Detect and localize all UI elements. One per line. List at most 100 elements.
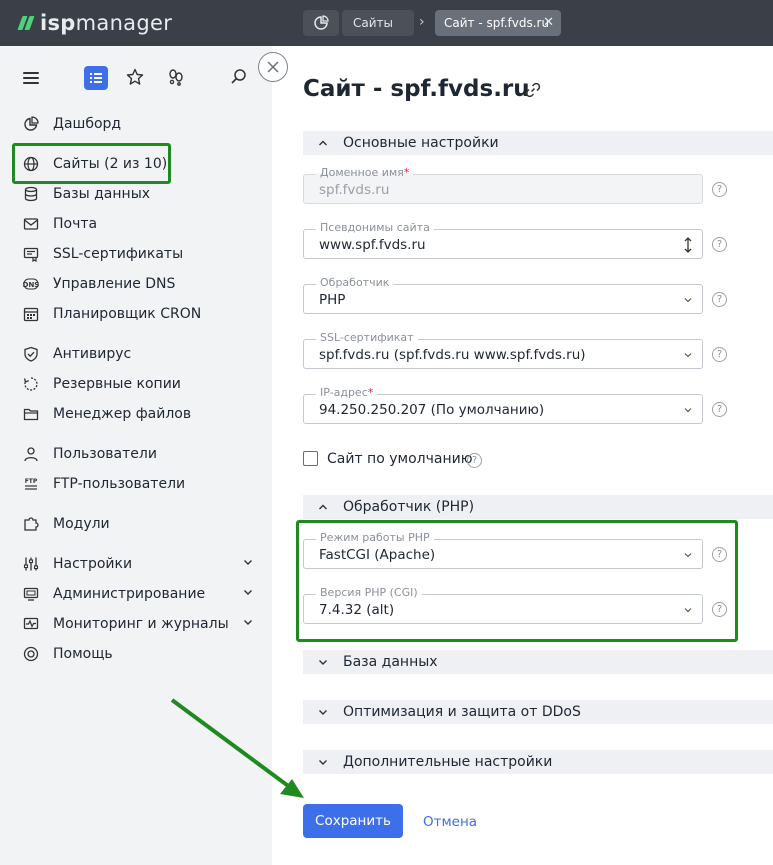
- resize-vertical-icon[interactable]: [682, 236, 694, 254]
- default-site-checkbox[interactable]: [303, 451, 318, 466]
- section-php-handler[interactable]: Обработчик (PHP): [303, 495, 773, 519]
- puzzle-icon: [22, 515, 40, 533]
- menu-list-button[interactable]: [84, 66, 108, 90]
- sidebar-item-backups[interactable]: Резервные копии: [22, 373, 181, 395]
- section-title: Основные настройки: [343, 135, 499, 151]
- sidebar-item-modules[interactable]: Модули: [22, 513, 110, 535]
- handler-select[interactable]: Обработчик PHP: [303, 276, 703, 314]
- section-title: Дополнительные настройки: [343, 754, 553, 770]
- sidebar-item-dns[interactable]: DNS Управление DNS: [22, 273, 175, 295]
- help-icon[interactable]: ?: [712, 292, 727, 307]
- field-value: www.spf.fvds.ru: [319, 237, 426, 253]
- sidebar-item-mail[interactable]: Почта: [22, 213, 97, 235]
- sidebar-item-ssl[interactable]: SSL-сертификаты: [22, 243, 183, 265]
- svg-text:FTP: FTP: [25, 478, 38, 485]
- ssl-certificate-select[interactable]: SSL-сертификат spf.fvds.ru (spf.fvds.ru …: [303, 331, 703, 369]
- help-icon[interactable]: ?: [712, 182, 727, 197]
- lifebuoy-icon: [22, 645, 40, 663]
- folder-icon: [22, 405, 40, 423]
- cancel-button[interactable]: Отмена: [423, 814, 477, 830]
- sidebar-item-ftp-users[interactable]: FTP FTP-пользователи: [22, 473, 185, 495]
- sidebar-item-label: Помощь: [53, 646, 113, 662]
- chevron-up-icon: [303, 501, 343, 513]
- dashboard-tab-button[interactable]: [303, 10, 339, 36]
- sidebar-item-label: SSL-сертификаты: [53, 246, 184, 262]
- help-icon[interactable]: ?: [712, 237, 727, 252]
- field-value: PHP: [319, 292, 346, 308]
- chevron-up-icon: [303, 137, 343, 149]
- section-ddos[interactable]: Оптимизация и защита от DDoS: [303, 700, 773, 724]
- close-tab-icon[interactable]: ✕: [543, 10, 554, 36]
- field-label: Доменное имя*: [316, 166, 414, 180]
- section-basic-settings[interactable]: Основные настройки: [303, 131, 773, 155]
- sidebar-item-label: Настройки: [53, 556, 133, 572]
- chevron-down-icon: [303, 706, 343, 718]
- sidebar-item-label: Резервные копии: [53, 376, 181, 392]
- chevron-right-icon: ›: [419, 14, 425, 30]
- chevron-down-icon[interactable]: [242, 556, 254, 568]
- sidebar-item-dashboard[interactable]: Дашборд: [22, 113, 121, 135]
- dns-icon: DNS: [22, 275, 40, 293]
- sidebar-item-settings[interactable]: Настройки: [22, 553, 252, 575]
- close-sidebar-button[interactable]: [258, 52, 288, 82]
- sidebar-item-databases[interactable]: Базы данных: [22, 183, 150, 205]
- help-icon[interactable]: ?: [712, 402, 727, 417]
- field-label: Обработчик: [316, 276, 394, 290]
- field-label: SSL-сертификат: [316, 331, 418, 345]
- logo[interactable]: ispmanager: [17, 10, 173, 36]
- sidebar-item-label: Почта: [53, 216, 98, 232]
- sidebar-item-file-manager[interactable]: Менеджер файлов: [22, 403, 191, 425]
- sidebar-item-label: Мониторинг и журналы: [53, 616, 229, 632]
- chevron-down-icon[interactable]: [242, 616, 254, 628]
- sidebar-item-antivirus[interactable]: Антивирус: [22, 343, 131, 365]
- ftp-icon: FTP: [22, 475, 40, 493]
- footprints-icon[interactable]: [167, 68, 185, 86]
- field-value: spf.fvds.ru (spf.fvds.ru www.spf.fvds.ru…: [319, 347, 586, 363]
- sidebar-item-users[interactable]: Пользователи: [22, 443, 157, 465]
- chevron-down-icon: [303, 756, 343, 768]
- logo-text: ispmanager: [40, 11, 173, 35]
- domain-name-field: Доменное имя* spf.fvds.ru: [303, 166, 703, 204]
- sidebar-item-label: FTP-пользователи: [53, 476, 186, 492]
- section-database[interactable]: База данных: [303, 650, 773, 674]
- mail-icon: [22, 215, 40, 233]
- section-title: Оптимизация и защита от DDoS: [343, 704, 581, 720]
- field-value: 94.250.250.207 (По умолчанию): [319, 402, 545, 418]
- field-label: Псевдонимы сайта: [316, 221, 434, 235]
- default-site-label: Сайт по умолчанию: [327, 451, 473, 467]
- shield-check-icon: [22, 345, 40, 363]
- help-icon[interactable]: ?: [467, 453, 482, 468]
- sidebar-item-help[interactable]: Помощь: [22, 643, 113, 665]
- tab-sites[interactable]: Сайты: [342, 10, 414, 36]
- hamburger-menu-icon[interactable]: [23, 72, 39, 84]
- sidebar-item-administration[interactable]: Администрирование: [22, 583, 252, 605]
- sidebar-item-cron[interactable]: Планировщик CRON: [22, 303, 201, 325]
- certificate-icon: [22, 245, 40, 263]
- list-icon: [90, 73, 102, 83]
- search-icon[interactable]: [230, 68, 248, 86]
- chevron-down-icon: [684, 298, 692, 303]
- monitor-icon: [22, 585, 40, 603]
- sidebar-item-label: Базы данных: [53, 186, 151, 202]
- chevron-down-icon: [684, 408, 692, 413]
- ip-address-select[interactable]: IP-адрес* 94.250.250.207 (По умолчанию): [303, 386, 703, 424]
- sidebar-item-label: Дашборд: [53, 116, 122, 132]
- chevron-down-icon[interactable]: [242, 586, 254, 598]
- site-aliases-field[interactable]: Псевдонимы сайта www.spf.fvds.ru: [303, 221, 703, 259]
- save-button[interactable]: Сохранить: [303, 804, 403, 838]
- chevron-down-icon: [684, 353, 692, 358]
- close-icon: [267, 61, 279, 73]
- sidebar-item-monitoring[interactable]: Мониторинг и журналы: [22, 613, 252, 635]
- page-title: Сайт - spf.fvds.ru: [303, 76, 530, 102]
- tab-site-edit[interactable]: Сайт - spf.fvds.ru ✕: [435, 10, 561, 36]
- link-icon[interactable]: [524, 81, 542, 99]
- sidebar-item-label: Модули: [53, 516, 110, 532]
- sidebar-item-label: Администрирование: [53, 586, 206, 602]
- section-title: База данных: [343, 654, 438, 670]
- help-icon[interactable]: ?: [712, 347, 727, 362]
- section-extra-settings[interactable]: Дополнительные настройки: [303, 750, 773, 774]
- star-icon[interactable]: [126, 68, 144, 86]
- php-highlight-frame: [296, 520, 738, 642]
- sites-highlight-frame: [12, 143, 171, 184]
- field-value: spf.fvds.ru: [319, 182, 390, 198]
